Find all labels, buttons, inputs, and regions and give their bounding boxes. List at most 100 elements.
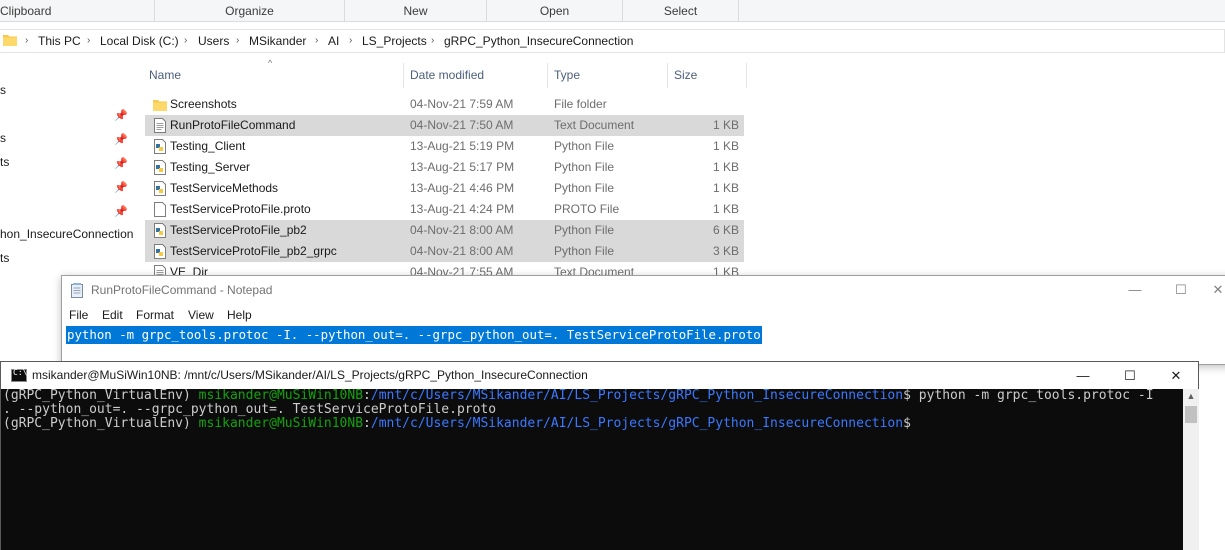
- menu-file[interactable]: File: [69, 305, 88, 325]
- prompt-separator: :: [363, 389, 371, 403]
- breadcrumb-msikander[interactable]: MSikander: [249, 30, 306, 52]
- breadcrumb-users[interactable]: Users: [198, 30, 229, 52]
- ribbon-group-labels: Clipboard Organize New Open Select: [0, 0, 1225, 22]
- file-date: 04-Nov-21 8:00 AM: [410, 223, 514, 237]
- ribbon-group-open[interactable]: Open: [487, 0, 623, 22]
- terminal-line: . --python_out=. --grpc_python_out=. Tes…: [3, 403, 1183, 417]
- nav-item[interactable]: s: [0, 128, 6, 148]
- ribbon-group-organize[interactable]: Organize: [155, 0, 345, 22]
- file-row[interactable]: TestServiceProtoFile_pb2 04-Nov-21 8:00 …: [145, 220, 744, 241]
- minimize-button[interactable]: —: [1060, 362, 1106, 389]
- file-type: Python File: [554, 139, 615, 153]
- address-bar[interactable]: › This PC › Local Disk (C:) › Users › MS…: [0, 29, 1225, 53]
- chevron-right-icon[interactable]: ›: [315, 30, 318, 52]
- pin-icon: 📌: [114, 206, 128, 218]
- file-size: 1 KB: [712, 118, 739, 132]
- ribbon-group-new[interactable]: New: [345, 0, 487, 22]
- file-size: 3 KB: [712, 244, 739, 258]
- maximize-button[interactable]: ☐: [1107, 362, 1153, 389]
- file-row[interactable]: Testing_Client 13-Aug-21 5:19 PM Python …: [145, 136, 744, 157]
- file-type: PROTO File: [554, 202, 620, 216]
- breadcrumb-ai[interactable]: AI: [328, 30, 339, 52]
- folder-icon: [3, 35, 17, 46]
- file-date: 04-Nov-21 8:00 AM: [410, 244, 514, 258]
- file-type: File folder: [554, 97, 607, 111]
- column-header-name[interactable]: Name: [143, 63, 403, 88]
- pin-icon: 📌: [114, 158, 128, 170]
- column-divider[interactable]: [746, 63, 747, 88]
- file-row[interactable]: Testing_Server 13-Aug-21 5:17 PM Python …: [145, 157, 744, 178]
- venv-prefix: (gRPC_Python_VirtualEnv): [3, 389, 199, 403]
- file-type: Text Document: [554, 118, 635, 132]
- command-text: . --python_out=. --grpc_python_out=. Tes…: [3, 402, 497, 417]
- file-date: 13-Aug-21 4:24 PM: [410, 202, 515, 216]
- chevron-right-icon[interactable]: ›: [87, 30, 90, 52]
- text-file-icon: [154, 118, 166, 133]
- file-type: Python File: [554, 223, 615, 237]
- notepad-window: RunProtoFileCommand - Notepad — ☐ ✕ File…: [61, 275, 1225, 365]
- terminal-line: (gRPC_Python_VirtualEnv) msikander@MuSiW…: [3, 417, 1183, 431]
- ribbon-group-select[interactable]: Select: [623, 0, 739, 22]
- python-file-icon: [154, 223, 166, 238]
- notepad-title-bar[interactable]: RunProtoFileCommand - Notepad — ☐ ✕: [62, 276, 1225, 304]
- notepad-icon: [71, 283, 83, 298]
- menu-view[interactable]: View: [188, 305, 214, 325]
- file-date: 04-Nov-21 7:50 AM: [410, 118, 514, 132]
- column-header-type[interactable]: Type: [548, 63, 667, 88]
- file-row[interactable]: TestServiceProtoFile.proto 13-Aug-21 4:2…: [145, 199, 744, 220]
- file-row[interactable]: TestServiceMethods 13-Aug-21 4:46 PM Pyt…: [145, 178, 744, 199]
- column-header-date[interactable]: Date modified: [404, 63, 547, 88]
- file-row[interactable]: TestServiceProtoFile_pb2_grpc 04-Nov-21 …: [145, 241, 744, 262]
- chevron-right-icon[interactable]: ›: [349, 30, 352, 52]
- menu-help[interactable]: Help: [227, 305, 252, 325]
- nav-item[interactable]: ts: [0, 248, 9, 268]
- user-host: msikander@MuSiWin10NB: [198, 389, 364, 403]
- column-header-size[interactable]: Size: [668, 63, 746, 88]
- file-row[interactable]: Screenshots 04-Nov-21 7:59 AM File folde…: [145, 94, 744, 115]
- file-name: Screenshots: [170, 97, 237, 111]
- menu-format[interactable]: Format: [136, 305, 174, 325]
- terminal-title-bar[interactable]: C:\ msikander@MuSiWin10NB: /mnt/c/Users/…: [1, 362, 1198, 389]
- menu-edit[interactable]: Edit: [102, 305, 123, 325]
- working-directory: /mnt/c/Users/MSikander/AI/LS_Projects/gR…: [370, 416, 904, 431]
- python-file-icon: [154, 181, 166, 196]
- notepad-selected-text[interactable]: python -m grpc_tools.protoc -I. --python…: [66, 326, 762, 344]
- maximize-button[interactable]: ☐: [1158, 276, 1204, 304]
- notepad-title: RunProtoFileCommand - Notepad: [91, 283, 273, 297]
- file-size: 6 KB: [712, 223, 739, 237]
- nav-item[interactable]: hon_InsecureConnection: [0, 224, 133, 244]
- close-button[interactable]: ✕: [1153, 362, 1199, 389]
- file-date: 04-Nov-21 7:59 AM: [410, 97, 514, 111]
- vertical-scrollbar[interactable]: ▲: [1183, 389, 1199, 550]
- chevron-right-icon[interactable]: ›: [236, 30, 239, 52]
- file-type: Python File: [554, 181, 615, 195]
- nav-item[interactable]: ts: [0, 152, 9, 172]
- folder-icon: [153, 100, 167, 111]
- scrollbar-thumb[interactable]: [1185, 406, 1197, 423]
- close-button[interactable]: ✕: [1201, 276, 1225, 304]
- python-file-icon: [154, 160, 166, 175]
- breadcrumb-this-pc[interactable]: This PC: [38, 30, 81, 52]
- command-text: $ python -m grpc_tools.protoc -I: [903, 389, 1154, 403]
- terminal-output[interactable]: (gRPC_Python_VirtualEnv) msikander@MuSiW…: [1, 389, 1183, 550]
- chevron-right-icon[interactable]: ›: [431, 30, 434, 52]
- file-type: Python File: [554, 160, 615, 174]
- file-name: Testing_Client: [170, 139, 246, 153]
- venv-prefix: (gRPC_Python_VirtualEnv): [3, 416, 199, 431]
- scroll-up-arrow-icon[interactable]: ▲: [1183, 389, 1199, 404]
- file-name: RunProtoFileCommand: [170, 118, 296, 132]
- minimize-button[interactable]: —: [1112, 276, 1158, 304]
- file-size: 1 KB: [712, 181, 739, 195]
- chevron-right-icon[interactable]: ›: [184, 30, 187, 52]
- pin-icon: 📌: [114, 110, 128, 122]
- breadcrumb-ls-projects[interactable]: LS_Projects: [362, 30, 427, 52]
- breadcrumb-grpc-project[interactable]: gRPC_Python_InsecureConnection: [444, 30, 633, 52]
- terminal-title: msikander@MuSiWin10NB: /mnt/c/Users/MSik…: [32, 368, 588, 382]
- file-row[interactable]: RunProtoFileCommand 04-Nov-21 7:50 AM Te…: [145, 115, 744, 136]
- nav-item[interactable]: s: [0, 80, 6, 100]
- breadcrumb-local-disk[interactable]: Local Disk (C:): [100, 30, 179, 52]
- file-name: TestServiceProtoFile_pb2_grpc: [170, 244, 337, 258]
- ribbon-group-clipboard[interactable]: Clipboard: [0, 0, 155, 22]
- file-date: 13-Aug-21 4:46 PM: [410, 181, 515, 195]
- chevron-right-icon[interactable]: ›: [25, 30, 28, 52]
